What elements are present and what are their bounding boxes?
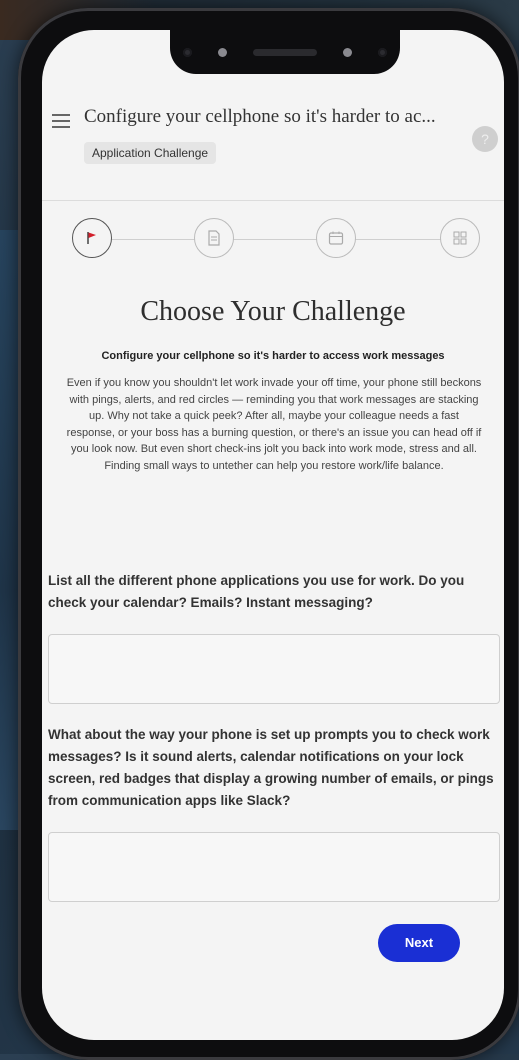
answer-field-1[interactable] [48,634,500,704]
question-icon[interactable]: ? [472,126,498,152]
next-button[interactable]: Next [378,924,460,962]
phone-notch [170,30,400,74]
top-bar: Configure your cellphone so it's harder … [42,94,504,201]
step-flag[interactable] [72,218,112,258]
phone-screen: Configure your cellphone so it's harder … [42,30,504,1040]
sensor-icon [218,47,227,57]
step-calendar[interactable] [316,218,356,258]
hamburger-menu-icon[interactable] [52,114,70,132]
question-label: What about the way your phone is set up … [48,727,494,808]
flag-icon [87,232,96,244]
challenge-description: Even if you know you shouldn't let work … [66,377,482,472]
camera-icon [183,47,192,57]
answer-field-2[interactable] [48,832,500,902]
sensor-icon [343,47,352,57]
category-badge: Application Challenge [84,142,217,164]
step-document[interactable] [194,218,234,258]
challenge-heading: Choose Your Challenge [140,296,406,327]
step-grid[interactable] [440,218,480,258]
document-icon [208,230,220,246]
question-label: List all the different phone application… [48,573,465,610]
calendar-icon [328,231,344,245]
stepper-line [92,239,462,240]
page-title: Configure your cellphone so it's harder … [84,106,436,127]
progress-stepper [72,218,482,262]
camera-icon [378,47,387,57]
grid-icon [453,231,467,245]
challenge-subheading: Configure your cellphone so it's harder … [101,350,445,362]
phone-frame: Configure your cellphone so it's harder … [18,8,519,1060]
speaker-icon [253,48,317,56]
